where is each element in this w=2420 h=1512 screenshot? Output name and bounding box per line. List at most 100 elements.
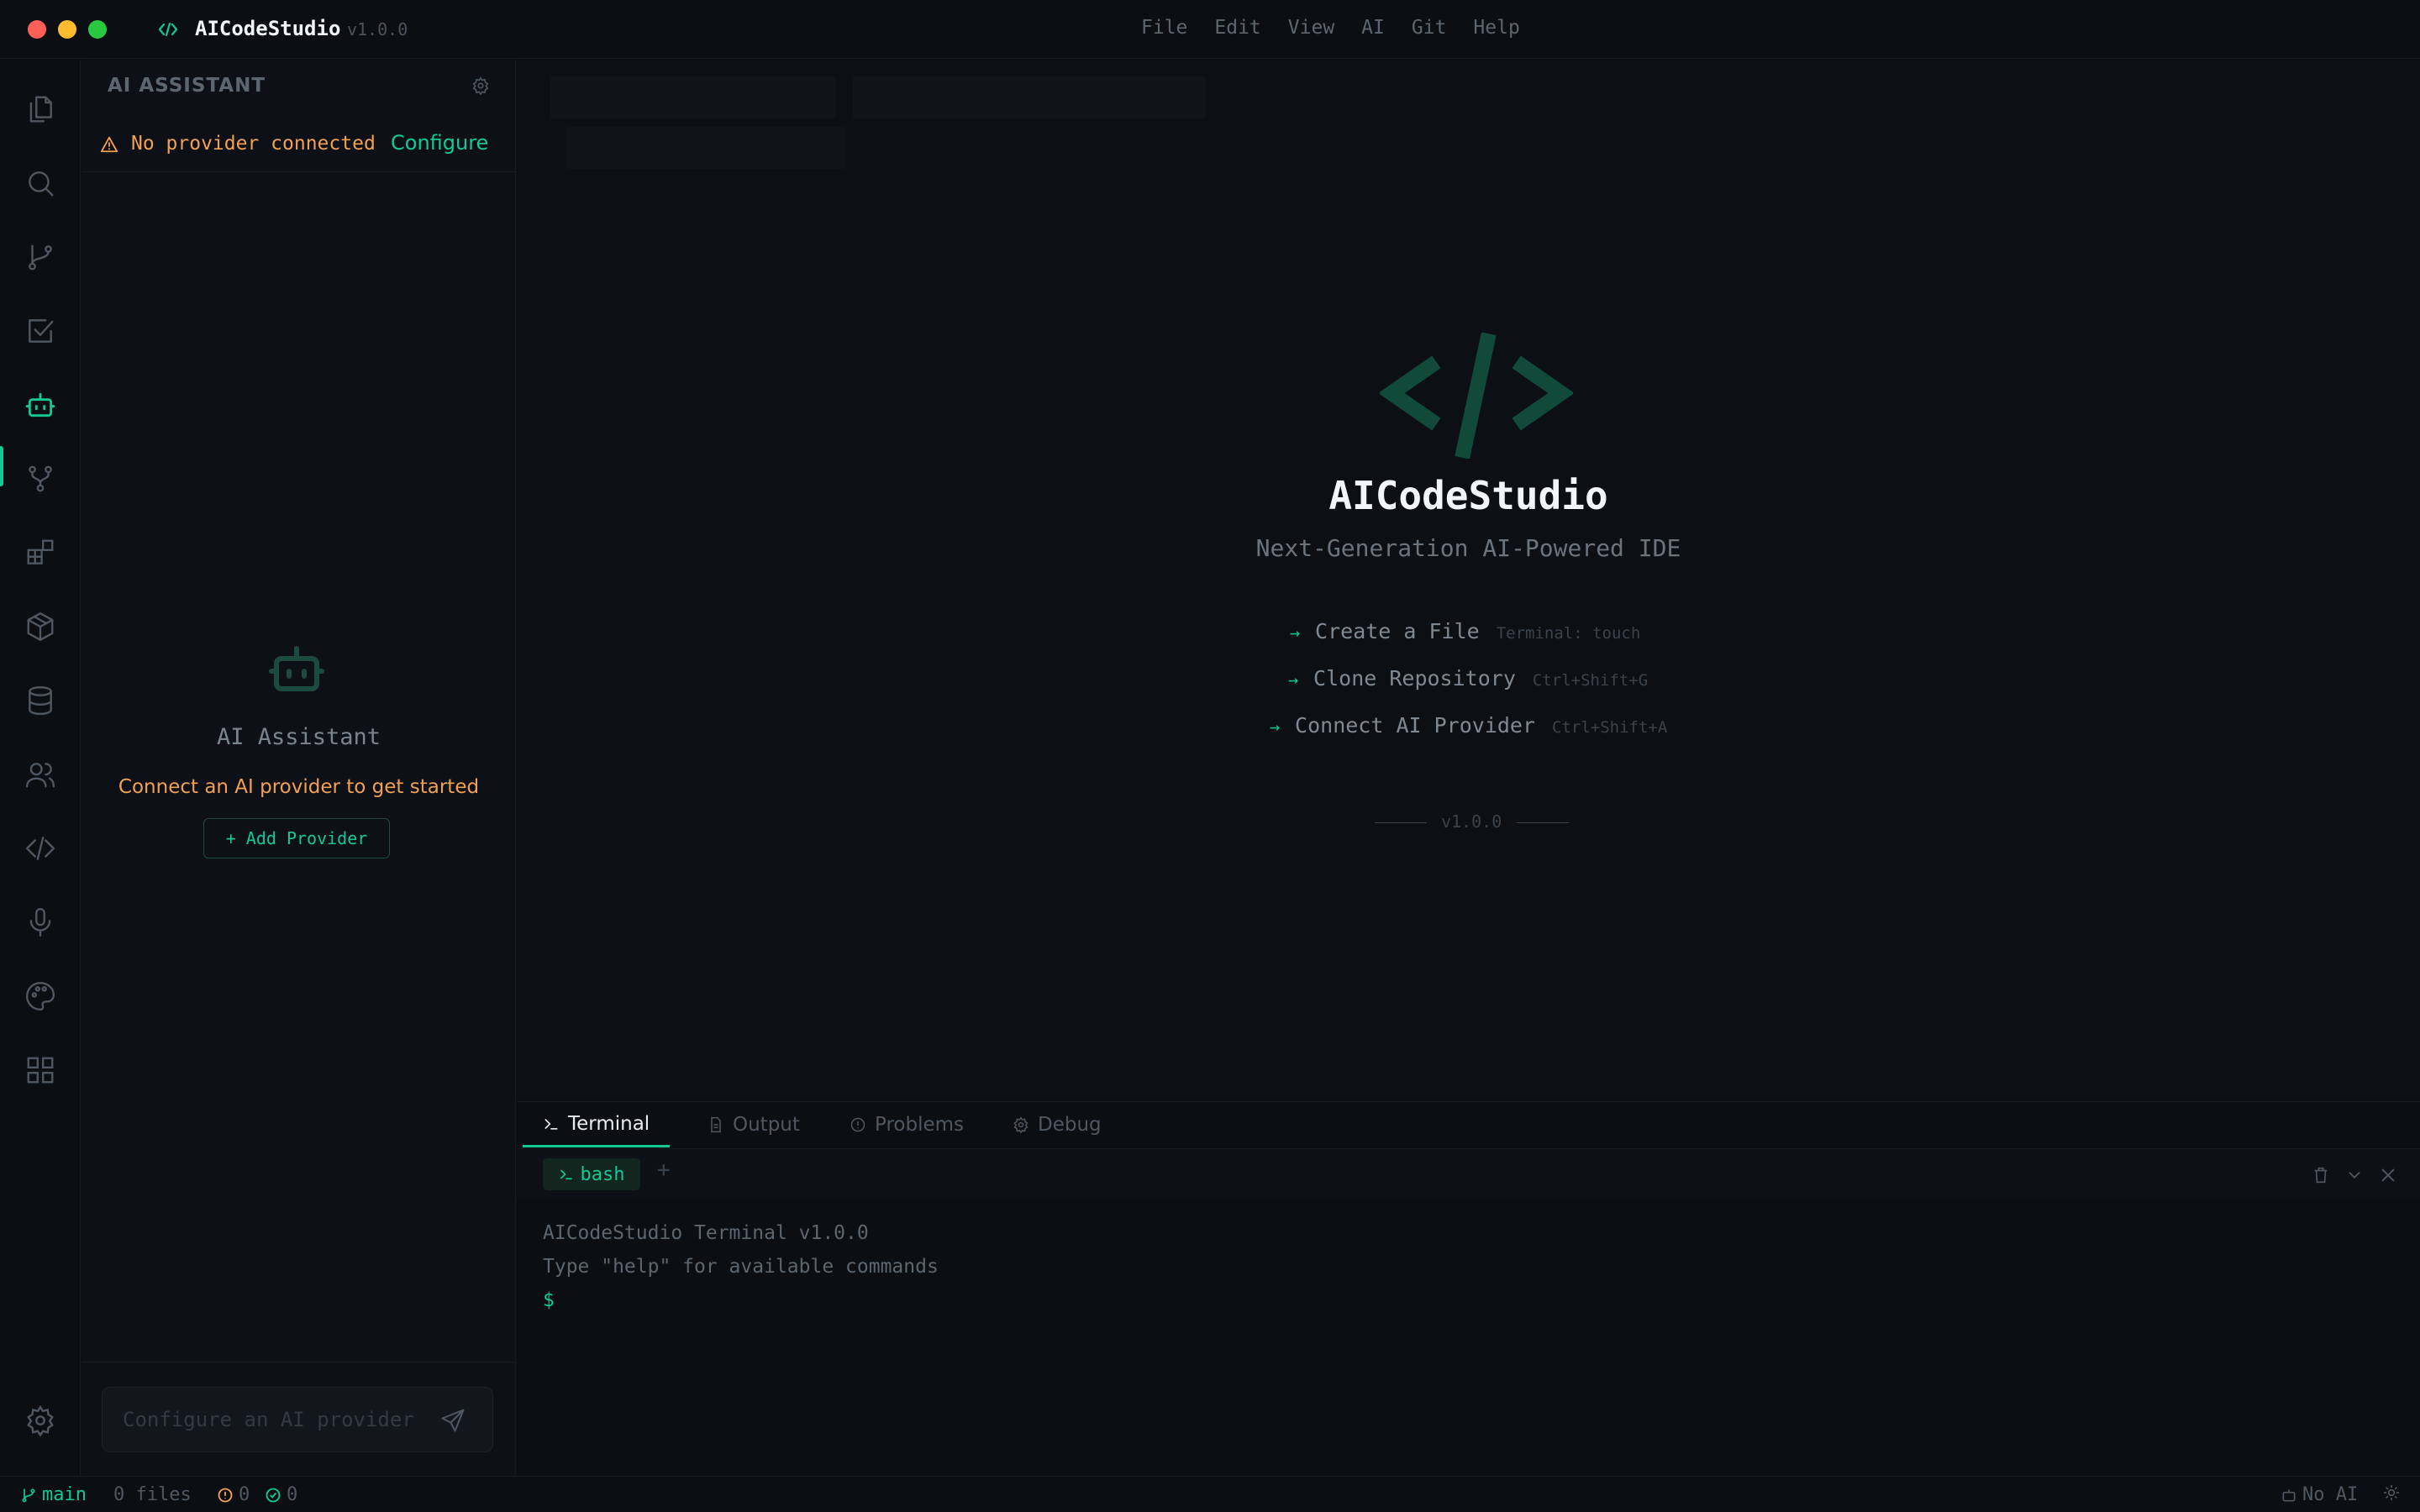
- new-terminal-button[interactable]: +: [657, 1158, 671, 1183]
- activity-bar: [0, 60, 81, 1476]
- terminal-session-tab[interactable]: bash: [543, 1158, 640, 1190]
- trash-icon[interactable]: [2312, 1166, 2330, 1184]
- title-bar: AICodeStudio v1.0.0 File Edit View AI Gi…: [0, 0, 2420, 59]
- git-branch-icon[interactable]: [24, 462, 57, 496]
- sidebar-settings-icon[interactable]: [471, 76, 490, 95]
- tab-problems[interactable]: Problems: [850, 1102, 964, 1147]
- search-icon[interactable]: [24, 166, 57, 200]
- file-count: 0 files: [113, 1484, 192, 1505]
- configure-link[interactable]: Configure: [391, 131, 488, 155]
- close-window-button[interactable]: [28, 20, 46, 39]
- action-clone-repository[interactable]: → Clone Repository Ctrl+Shift+G: [1288, 666, 1648, 690]
- grid-icon[interactable]: [24, 1053, 57, 1087]
- ai-assistant-sidebar: AI ASSISTANT + Add Provider Configure an…: [82, 60, 516, 1476]
- terminal-toolbar: bash +: [517, 1149, 2420, 1198]
- tab-output[interactable]: Output: [708, 1102, 800, 1147]
- tab-terminal[interactable]: Terminal: [523, 1102, 671, 1147]
- version-divider-left: [1375, 822, 1427, 823]
- menu-git[interactable]: Git: [1412, 17, 1447, 39]
- empty-state-subtitle: Connect an AI provider to get started: [118, 776, 480, 798]
- menu-file[interactable]: File: [1141, 17, 1187, 39]
- chat-input[interactable]: Configure an AI provider: [102, 1387, 493, 1452]
- background-watermark: [550, 60, 1223, 186]
- menu-ai[interactable]: AI: [1361, 17, 1385, 39]
- check-count: 0: [287, 1484, 298, 1505]
- add-provider-button[interactable]: + Add Provider: [203, 818, 390, 858]
- bottom-panel: Terminal Output Problems Debug bash + AI…: [517, 1101, 2420, 1476]
- action-hint: Ctrl+Shift+G: [1532, 671, 1649, 690]
- editor-area: AICodeStudio Next-Generation AI-Powered …: [517, 60, 2420, 1101]
- tab-label: Output: [733, 1114, 800, 1136]
- robot-icon: [2282, 1488, 2296, 1501]
- arrow-icon: →: [1290, 622, 1301, 643]
- ai-status[interactable]: No AI: [2281, 1484, 2358, 1505]
- menu-view[interactable]: View: [1288, 17, 1334, 39]
- terminal-line: Type "help" for available commands: [543, 1256, 939, 1278]
- packages-icon[interactable]: [24, 610, 57, 643]
- menu-edit[interactable]: Edit: [1214, 17, 1260, 39]
- action-create-file[interactable]: → Create a File Terminal: touch: [1290, 619, 1640, 643]
- tab-label: Terminal: [568, 1112, 650, 1135]
- menu-bar: File Edit View AI Git Help: [1141, 17, 1547, 39]
- settings-icon[interactable]: [24, 1404, 57, 1437]
- checks-status[interactable]: 0: [265, 1484, 297, 1505]
- database-icon[interactable]: [24, 684, 57, 717]
- check-circle-icon: [266, 1488, 281, 1502]
- sidebar-title: AI ASSISTANT: [108, 75, 266, 97]
- ai-assistant-icon[interactable]: [24, 388, 57, 422]
- welcome-logo-icon: [1380, 333, 1573, 459]
- action-connect-ai-provider[interactable]: → Connect AI Provider Ctrl+Shift+A: [1270, 713, 1667, 738]
- status-bar: main 0 files 0 0 No AI: [0, 1476, 2420, 1512]
- terminal-icon: [560, 1169, 572, 1180]
- arrow-icon: →: [1288, 669, 1299, 690]
- arrow-icon: →: [1270, 717, 1281, 737]
- action-label: Clone Repository: [1313, 666, 1516, 690]
- app-version: v1.0.0: [347, 19, 408, 39]
- minimize-window-button[interactable]: [58, 20, 76, 39]
- warning-icon: [100, 136, 118, 153]
- terminal-prompt[interactable]: $: [543, 1289, 555, 1311]
- palette-icon[interactable]: [24, 979, 57, 1013]
- terminal-line: AICodeStudio Terminal v1.0.0: [543, 1222, 869, 1244]
- microphone-icon[interactable]: [24, 906, 57, 939]
- robot-icon: [266, 641, 327, 696]
- output-icon: [711, 1116, 721, 1133]
- chevron-down-icon[interactable]: [2345, 1166, 2364, 1184]
- users-icon[interactable]: [24, 758, 57, 791]
- tasks-icon[interactable]: [24, 314, 57, 348]
- send-icon[interactable]: [440, 1408, 466, 1433]
- git-branch-icon: [22, 1488, 35, 1502]
- welcome-version: v1.0.0: [1441, 811, 1502, 832]
- version-divider-right: [1517, 822, 1569, 823]
- action-hint: Terminal: touch: [1496, 624, 1641, 643]
- warning-text: No provider connected: [131, 133, 376, 155]
- app-name: AICodeStudio: [195, 17, 341, 40]
- tab-debug[interactable]: Debug: [1013, 1102, 1102, 1147]
- extensions-icon[interactable]: [24, 536, 57, 570]
- bug-icon: [1013, 1116, 1028, 1133]
- welcome-title: AICodeStudio: [1328, 473, 1608, 518]
- active-indicator: [0, 446, 3, 486]
- theme-toggle[interactable]: [2383, 1484, 2405, 1501]
- branch-name: main: [42, 1484, 87, 1505]
- close-icon[interactable]: [2379, 1166, 2397, 1184]
- app-logo-icon: [158, 22, 178, 37]
- error-icon: [218, 1488, 233, 1502]
- source-control-icon[interactable]: [24, 240, 57, 274]
- terminal-icon: [544, 1118, 558, 1130]
- empty-state-title: AI Assistant: [216, 724, 381, 750]
- action-hint: Ctrl+Shift+A: [1552, 718, 1668, 737]
- explorer-icon[interactable]: [24, 92, 57, 126]
- terminal-session-label: bash: [580, 1163, 625, 1185]
- menu-help[interactable]: Help: [1473, 17, 1519, 39]
- ai-status-label: No AI: [2302, 1484, 2359, 1505]
- maximize-window-button[interactable]: [88, 20, 107, 39]
- action-label: Create a File: [1315, 619, 1480, 643]
- tab-label: Debug: [1038, 1114, 1102, 1136]
- action-label: Connect AI Provider: [1295, 713, 1536, 738]
- problems-icon: [850, 1117, 865, 1132]
- sun-icon: [2383, 1484, 2400, 1501]
- git-branch-status[interactable]: main: [20, 1484, 87, 1505]
- errors-status[interactable]: 0: [217, 1484, 250, 1505]
- code-icon[interactable]: [24, 832, 57, 865]
